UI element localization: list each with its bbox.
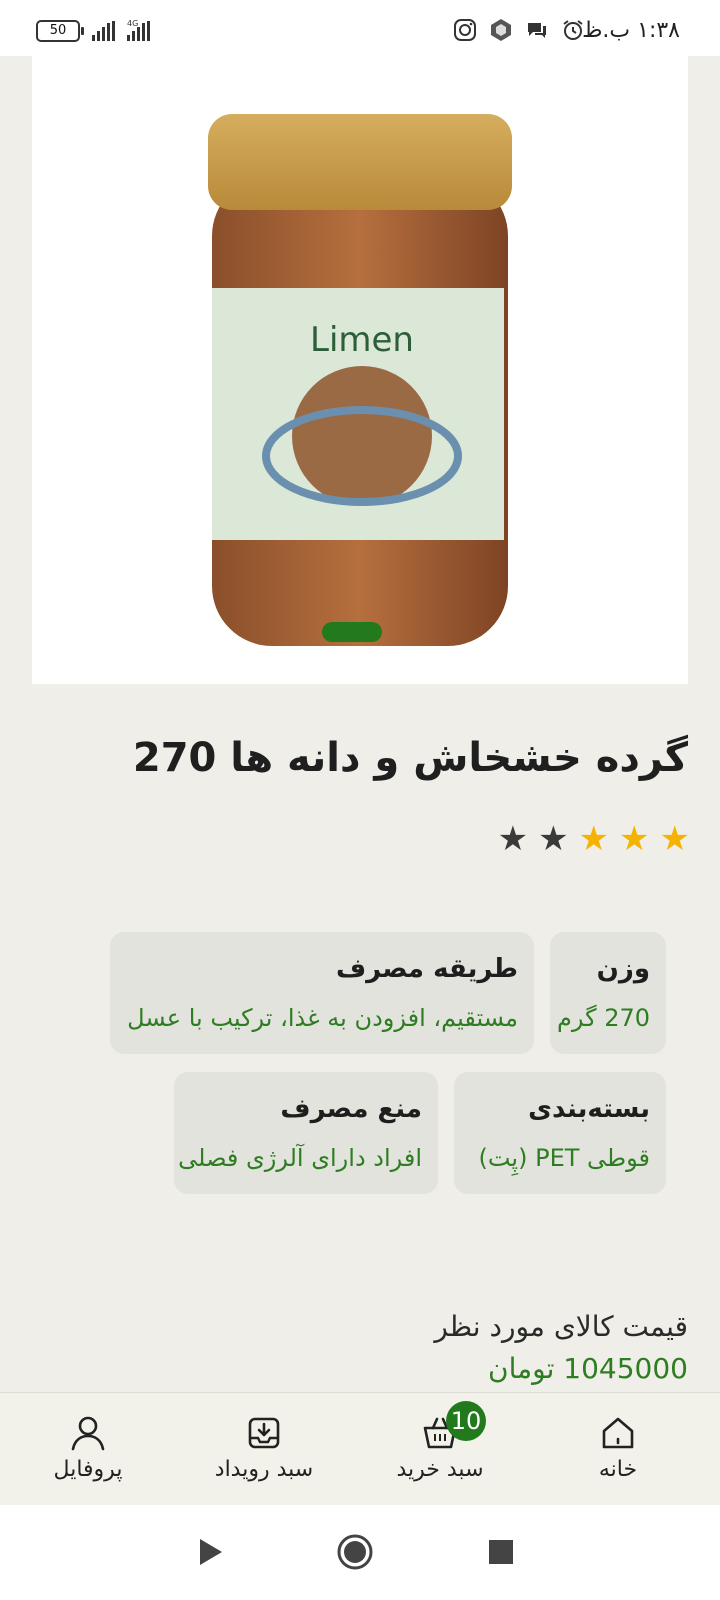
product-title: گرده خشخاش و دانه ها 270 (132, 735, 688, 781)
nav-label: سبد خرید (396, 1457, 484, 1482)
status-left: 50 4G (36, 19, 150, 42)
nav-item-event-cart[interactable]: سبد رویداد (184, 1393, 344, 1505)
app-icon (491, 19, 511, 41)
inbox-download-icon (248, 1417, 280, 1449)
star-filled-icon: ★ (619, 819, 650, 859)
home-icon (602, 1417, 634, 1449)
cart-badge: 10 (446, 1401, 486, 1441)
attribute-title: منع مصرف (280, 1094, 422, 1124)
product-brand-logo: Limen (310, 320, 414, 360)
home-circle-icon[interactable] (336, 1533, 374, 1571)
instagram-icon (454, 19, 476, 41)
nav-item-cart[interactable]: 10 سبد خرید (360, 1393, 520, 1505)
nav-item-home[interactable]: خانه (538, 1393, 698, 1505)
star-empty-icon: ★ (497, 819, 529, 859)
attribute-title: وزن (596, 954, 650, 984)
user-icon (71, 1416, 105, 1451)
system-navigation-bar (0, 1505, 720, 1600)
attribute-card-contraindication: منع مصرف افراد دارای آلرژی فصلی (174, 1072, 438, 1194)
star-empty-icon: ★ (538, 819, 569, 859)
clock: ۱:۳۸ ب.ظ (582, 18, 680, 43)
star-filled-icon: ★ (659, 819, 690, 859)
attribute-value: 270 گرم (557, 1004, 650, 1032)
signal-4g-icon: 4G (127, 19, 150, 41)
status-bar: 50 4G ۱:۳۸ ب.ظ (0, 0, 720, 56)
carousel-indicator (322, 622, 382, 642)
product-image: Limen (208, 114, 512, 646)
back-icon[interactable] (198, 1537, 224, 1567)
chat-icon (528, 23, 546, 38)
attribute-card-weight: وزن 270 گرم (550, 932, 666, 1054)
attribute-card-usage: طریقه مصرف مستقیم، افزودن به غذا، ترکیب … (110, 932, 534, 1054)
nav-label: پروفایل (53, 1457, 123, 1482)
nav-label: خانه (598, 1457, 638, 1482)
attribute-value: قوطی PET (پِت) (478, 1144, 650, 1172)
recents-icon[interactable] (488, 1539, 514, 1565)
bottom-navigation: خانه 10 سبد خرید سبد رویداد پروفایل (0, 1392, 720, 1506)
attribute-value: مستقیم، افزودن به غذا، ترکیب با عسل (127, 1004, 518, 1032)
rating-stars: ★ ★ ★ ★ ★ (498, 822, 690, 856)
attribute-value: افراد دارای آلرژی فصلی (178, 1144, 422, 1172)
attribute-title: بسته‌بندی (528, 1094, 650, 1124)
battery-level: 50 (49, 23, 67, 38)
battery-icon: 50 (36, 20, 84, 42)
status-notification-icons (453, 18, 585, 42)
price-label: قیمت کالای مورد نظر (434, 1310, 688, 1343)
nav-item-profile[interactable]: پروفایل (8, 1393, 168, 1505)
attribute-card-packaging: بسته‌بندی قوطی PET (پِت) (454, 1072, 666, 1194)
nav-label: سبد رویداد (214, 1457, 314, 1482)
attribute-title: طریقه مصرف (335, 954, 518, 984)
star-filled-icon: ★ (578, 819, 610, 859)
price-value: 1045000 تومان (488, 1352, 688, 1385)
network-type: 4G (127, 19, 139, 28)
product-image-carousel[interactable]: Limen (32, 56, 688, 684)
signal-icon (92, 21, 115, 41)
